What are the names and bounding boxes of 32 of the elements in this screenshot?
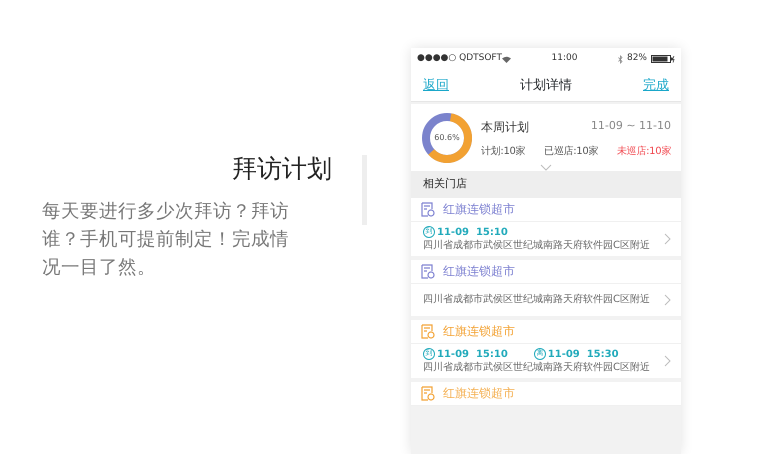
visit-time: 11-09 15:10 (437, 348, 508, 360)
store-name: 红旗连锁超市 (443, 201, 515, 218)
date-range: 11-09 ~ 11-10 (590, 118, 671, 134)
chevron-right-icon (664, 294, 671, 306)
wifi-icon (502, 56, 511, 62)
feature-description: 每天要进行多少次拜访？拜访谁？手机可提前制定！完成情况一目了然。 (42, 200, 290, 280)
store-address: 四川省成都市武侯区世纪城南路天府软件园C区附近 (423, 360, 651, 374)
carrier-label: ●●●●○ QDTSOFT (417, 52, 502, 66)
store-name: 红旗连锁超市 (443, 263, 515, 280)
plan-stat: 已巡店:10家 (544, 144, 598, 158)
store-address: 四川省成都市武侯区世纪城南路天府软件园C区附近 (423, 238, 651, 252)
chevron-right-icon (664, 232, 671, 244)
bluetooth-icon (618, 54, 623, 64)
store-name: 红旗连锁超市 (443, 323, 515, 340)
plan-stat: 计划:10家 (481, 144, 526, 158)
chevron-down-icon[interactable] (540, 164, 552, 171)
plan-stat: 未巡店:10家 (616, 144, 671, 158)
visit-time: 11-09 15:10 (437, 226, 508, 238)
screen-title: 计划详情 (520, 76, 572, 95)
store-name: 红旗连锁超市 (443, 385, 515, 402)
store-card[interactable]: 红旗连锁超市 四川省成都市武侯区世纪城南路天府软件园C区附近 (411, 260, 681, 316)
plan-title: 本周计划 (481, 118, 529, 136)
store-address: 四川省成都市武侯区世纪城南路天府软件园C区附近 (423, 293, 651, 306)
chevron-right-icon (664, 354, 671, 366)
battery-icon (651, 55, 675, 63)
back-link[interactable]: 返回 (423, 76, 449, 96)
section-header: 相关门店 (411, 171, 681, 198)
percent-label: 60.6% (434, 132, 460, 144)
visit-time: 11-09 15:30 (548, 348, 619, 360)
feature-title: 拜访计划 (231, 153, 332, 185)
battery-percent: 82% (626, 52, 647, 66)
status-time: 11:00 (552, 52, 578, 66)
